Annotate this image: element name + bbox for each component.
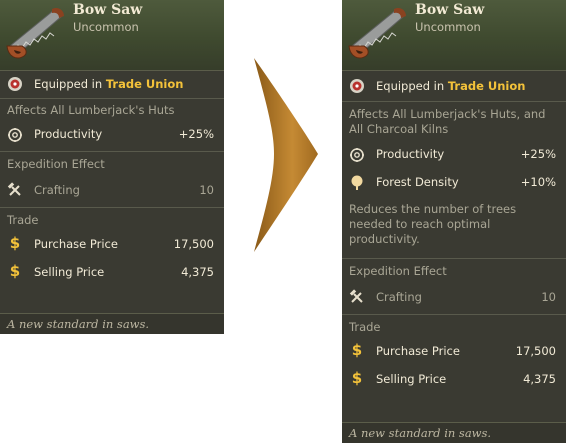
flavor-text-row: A new standard in saws.	[0, 313, 224, 334]
crafting-row: Crafting 10	[0, 176, 224, 207]
expedition-title-row: Expedition Effect	[0, 152, 224, 176]
trade-title-row: Trade	[0, 208, 224, 232]
affects-row: Affects All Lumberjack's Huts, and All C…	[342, 102, 566, 142]
forest-density-icon	[351, 175, 363, 190]
productivity-icon	[350, 148, 364, 162]
forest-density-label: Forest Density	[376, 175, 459, 189]
equipped-icon	[8, 77, 22, 91]
item-rarity: Uncommon	[415, 20, 481, 34]
expedition-title-row: Expedition Effect	[342, 259, 566, 283]
crafting-label: Crafting	[34, 183, 80, 197]
tooltip-header: Bow Saw Uncommon	[0, 0, 224, 71]
selling-value: 4,375	[523, 372, 556, 386]
equipped-row: Equipped in Trade Union	[0, 71, 224, 98]
productivity-value: +25%	[178, 127, 214, 141]
productivity-label: Productivity	[376, 147, 445, 161]
selling-label: Selling Price	[376, 372, 447, 386]
productivity-label: Productivity	[34, 127, 103, 141]
selling-row: $ Selling Price 4,375	[342, 367, 566, 395]
expedition-title: Expedition Effect	[349, 264, 447, 278]
flavor-text: A new standard in saws.	[349, 426, 492, 440]
equipped-location: Trade Union	[105, 77, 184, 91]
productivity-row: Productivity +25%	[0, 121, 224, 151]
forest-density-desc-row: Reduces the number of trees needed to re…	[342, 198, 566, 258]
trade-title: Trade	[7, 213, 39, 227]
arrow-right-icon	[254, 58, 318, 252]
selling-value: 4,375	[181, 265, 214, 279]
dollar-icon: $	[9, 262, 21, 280]
purchase-value: 17,500	[173, 237, 214, 251]
forest-density-value: +10%	[520, 175, 556, 189]
forest-density-description: Reduces the number of trees needed to re…	[349, 202, 517, 246]
dollar-icon: $	[351, 369, 363, 387]
purchase-value: 17,500	[515, 344, 556, 358]
flavor-text: A new standard in saws.	[7, 317, 150, 331]
saw-icon	[6, 7, 64, 59]
flavor-text-row: A new standard in saws.	[342, 422, 566, 443]
purchase-label: Purchase Price	[34, 237, 118, 251]
equipped-text: Equipped in Trade Union	[376, 79, 526, 93]
dollar-icon: $	[9, 234, 21, 252]
selling-label: Selling Price	[34, 265, 105, 279]
item-rarity: Uncommon	[73, 20, 139, 34]
productivity-value: +25%	[520, 147, 556, 161]
productivity-row: Productivity +25%	[342, 142, 566, 170]
expedition-title: Expedition Effect	[7, 157, 105, 171]
item-title: Bow Saw	[73, 2, 143, 18]
dollar-icon: $	[351, 341, 363, 359]
crafting-label: Crafting	[376, 290, 422, 304]
tooltip-card-before: Bow Saw Uncommon Equipped in Trade Union…	[0, 0, 224, 334]
purchase-row: $ Purchase Price 17,500	[0, 232, 224, 260]
equipped-icon	[350, 79, 364, 93]
tooltip-card-after: Bow Saw Uncommon Equipped in Trade Union…	[342, 0, 566, 443]
trade-title: Trade	[349, 320, 381, 334]
crafting-icon	[7, 182, 21, 196]
crafting-row: Crafting 10	[342, 283, 566, 314]
equipped-row: Equipped in Trade Union	[342, 71, 566, 101]
trade-title-row: Trade	[342, 315, 566, 339]
crafting-icon	[349, 289, 363, 303]
purchase-row: $ Purchase Price 17,500	[342, 339, 566, 367]
saw-icon	[348, 7, 406, 59]
item-title: Bow Saw	[415, 2, 485, 18]
purchase-label: Purchase Price	[376, 344, 460, 358]
tooltip-header: Bow Saw Uncommon	[342, 0, 566, 71]
affects-text: Affects All Lumberjack's Huts	[7, 103, 175, 117]
crafting-value: 10	[541, 290, 556, 304]
equipped-text: Equipped in Trade Union	[34, 77, 184, 91]
equipped-location: Trade Union	[447, 79, 526, 93]
crafting-value: 10	[199, 183, 214, 197]
affects-row: Affects All Lumberjack's Huts	[0, 99, 224, 121]
affects-text: Affects All Lumberjack's Huts, and All C…	[349, 107, 546, 136]
selling-row: $ Selling Price 4,375	[0, 260, 224, 288]
forest-density-row: Forest Density +10%	[342, 170, 566, 198]
productivity-icon	[8, 128, 22, 142]
